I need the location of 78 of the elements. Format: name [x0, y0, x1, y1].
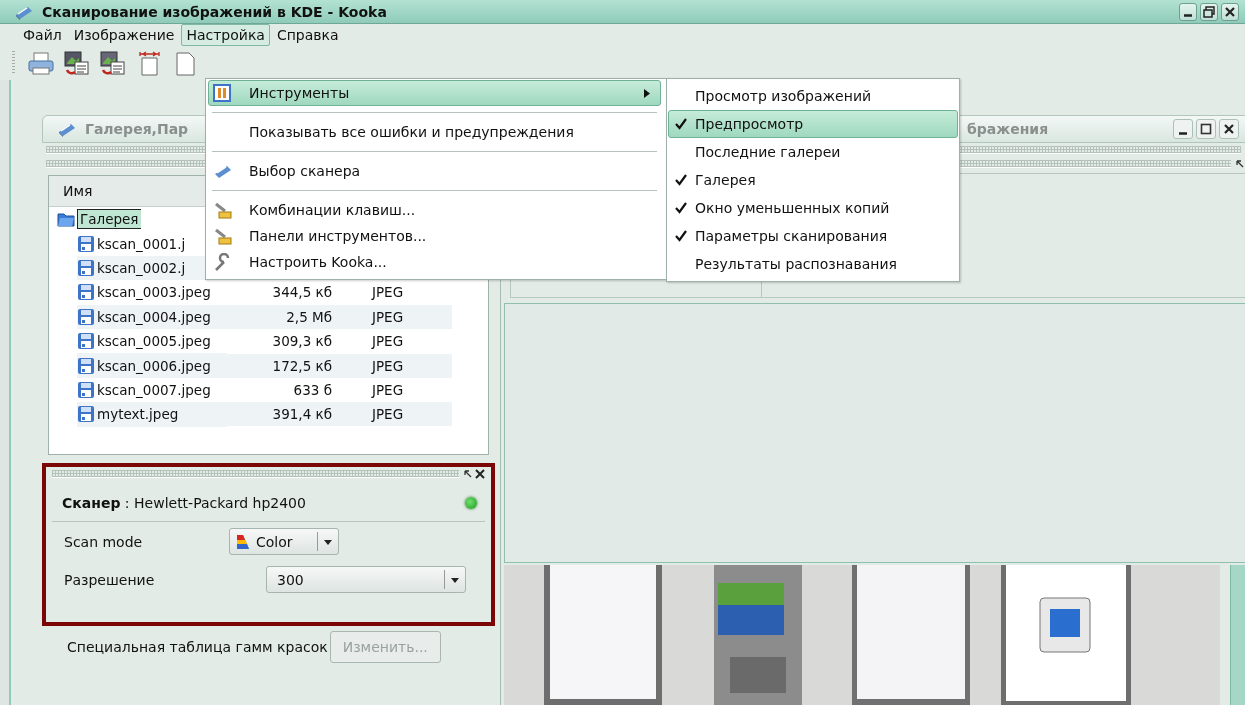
file-size: 172,5 кб — [272, 357, 332, 374]
folder-icon — [57, 211, 75, 228]
file-icon — [77, 380, 95, 399]
dropdown[interactable]: Color — [229, 528, 339, 555]
field-label: Scan mode — [64, 533, 144, 550]
scan-icon[interactable] — [99, 50, 127, 76]
file-size: 633 б — [293, 381, 332, 398]
file-icon — [77, 307, 95, 326]
submenu-arrow-icon — [644, 88, 650, 98]
menu-item[interactable]: Показывать все ошибки и предупреждения — [208, 119, 661, 145]
menu-item[interactable]: Результаты распознавания — [668, 250, 958, 278]
close-button[interactable] — [1221, 2, 1239, 21]
file-type: JPEG — [372, 357, 404, 374]
dock-handle[interactable] — [52, 470, 459, 478]
scanner-label: Сканер : Hewlett-Packard hp2400 — [62, 495, 306, 511]
menu-item[interactable]: Инструменты — [208, 80, 661, 106]
dock-title: Галерея,Пар — [85, 121, 189, 137]
file-type: JPEG — [372, 308, 404, 325]
window-title: Сканирование изображений в KDE - Kooka — [42, 3, 388, 20]
file-name[interactable]: kscan_0005.jpeg — [97, 333, 211, 350]
field-label: Специальная таблица гамм красок — [67, 639, 328, 655]
field-label: Разрешение — [64, 571, 156, 588]
dropdown[interactable]: 300 — [266, 566, 466, 593]
color-mode-icon — [236, 533, 250, 550]
menu-item[interactable]: Изображение — [68, 24, 180, 46]
float-icon[interactable] — [1235, 159, 1245, 169]
file-size: 391,4 кб — [272, 406, 332, 423]
close-button[interactable] — [1219, 119, 1239, 139]
menu-item[interactable]: Настройка — [181, 24, 270, 46]
minimize-button[interactable] — [1179, 2, 1197, 21]
menu-item[interactable]: Галерея — [668, 166, 958, 194]
file-icon — [77, 283, 95, 302]
file-type: JPEG — [372, 284, 404, 301]
maximize-button[interactable] — [1196, 119, 1216, 139]
file-icon — [77, 258, 95, 277]
dock-title: бражения — [967, 121, 1049, 137]
wrench-icon — [213, 201, 233, 219]
restore-button[interactable] — [1200, 2, 1218, 21]
file-type: JPEG — [372, 333, 404, 350]
caret-icon — [323, 537, 333, 546]
file-icon — [77, 405, 95, 424]
printer-icon[interactable] — [27, 50, 55, 76]
menu-item[interactable]: Предпросмотр — [668, 110, 958, 138]
file-name[interactable]: kscan_0003.jpeg — [97, 284, 211, 301]
wrench-icon — [213, 227, 233, 245]
file-size: 2,5 Мб — [286, 308, 332, 325]
restore-icon — [1201, 3, 1217, 20]
file-icon — [77, 356, 95, 375]
float-icon[interactable] — [463, 469, 473, 479]
menu-item[interactable]: Настроить Kooka... — [208, 249, 661, 275]
menu-item[interactable]: Последние галереи — [668, 138, 958, 166]
menu-item[interactable]: Файл — [18, 24, 67, 46]
minimize-icon — [1184, 14, 1192, 17]
file-size: 344,5 кб — [272, 284, 332, 301]
file-icon — [77, 332, 95, 351]
minimize-icon — [1179, 131, 1187, 135]
file-type: JPEG — [372, 381, 404, 398]
column-header[interactable]: Имя — [63, 183, 93, 199]
menu-item[interactable]: Комбинации клавиш... — [208, 197, 661, 223]
file-icon — [77, 234, 95, 253]
scrollbar[interactable] — [1230, 565, 1245, 705]
scan-icon[interactable] — [63, 50, 91, 76]
menu-item[interactable]: Параметры сканирования — [668, 222, 958, 250]
close-icon[interactable] — [475, 469, 485, 479]
menu-item[interactable]: Просмотр изображений — [668, 82, 958, 110]
menu-item[interactable]: Панели инструментов... — [208, 223, 661, 249]
file-name[interactable]: kscan_0001.j — [97, 235, 186, 252]
file-name[interactable]: kscan_0007.jpeg — [97, 381, 211, 398]
caret-icon — [450, 575, 460, 584]
menu-item[interactable]: Справка — [271, 24, 344, 46]
menu-item[interactable]: Окно уменьшенных копий — [668, 194, 958, 222]
menu-item[interactable]: Выбор сканера — [208, 158, 661, 184]
tools-icon — [213, 84, 233, 102]
maximize-icon — [1198, 121, 1214, 137]
file-type: JPEG — [372, 406, 404, 423]
file-size: 309,3 кб — [272, 333, 332, 350]
minimize-button[interactable] — [1173, 119, 1193, 139]
tree-item[interactable]: Галерея — [77, 209, 142, 230]
